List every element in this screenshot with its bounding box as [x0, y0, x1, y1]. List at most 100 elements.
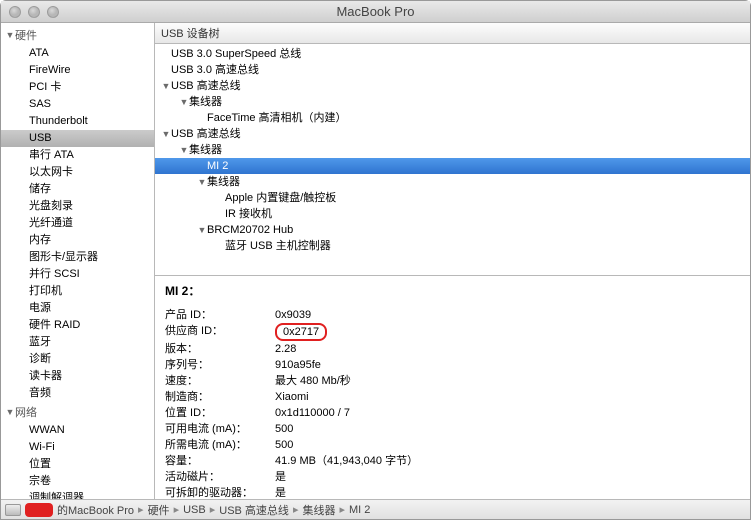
- sidebar-item[interactable]: 并行 SCSI: [1, 266, 154, 283]
- sidebar-item[interactable]: 内存: [1, 232, 154, 249]
- property-value: Xiaomi: [275, 389, 309, 405]
- sidebar-item[interactable]: 以太网卡: [1, 164, 154, 181]
- property-value: 是: [275, 485, 286, 499]
- property-row: 可拆卸的驱动器：是: [165, 485, 740, 499]
- property-row: 序列号：910a95fe: [165, 357, 740, 373]
- tree-row[interactable]: ▼USB 高速总线: [155, 126, 750, 142]
- sidebar-category[interactable]: ▼硬件: [1, 25, 154, 45]
- tree-row[interactable]: FaceTime 高清相机（内建）: [155, 110, 750, 126]
- tree-row-label: IR 接收机: [225, 208, 272, 220]
- tree-row[interactable]: Apple 内置键盘/触控板: [155, 190, 750, 206]
- tree-row-label: USB 3.0 SuperSpeed 总线: [171, 48, 301, 60]
- sidebar-item[interactable]: 宗卷: [1, 473, 154, 490]
- property-value: 41.9 MB（41,943,040 字节）: [275, 453, 418, 469]
- property-value: 2.28: [275, 341, 296, 357]
- sidebar-item[interactable]: Thunderbolt: [1, 113, 154, 130]
- disclosure-triangle-icon[interactable]: ▼: [179, 94, 189, 110]
- disclosure-triangle-icon[interactable]: ▼: [5, 30, 15, 40]
- breadcrumb: 的MacBook Pro▸硬件▸USB▸USB 高速总线▸集线器▸MI 2: [1, 499, 750, 519]
- property-key: 位置 ID：: [165, 405, 275, 421]
- sidebar-item[interactable]: ATA: [1, 45, 154, 62]
- sidebar[interactable]: ▼硬件ATAFireWirePCI 卡SASThunderboltUSB串行 A…: [1, 23, 155, 499]
- property-key: 速度：: [165, 373, 275, 389]
- tree-row[interactable]: USB 3.0 SuperSpeed 总线: [155, 46, 750, 62]
- property-row: 制造商：Xiaomi: [165, 389, 740, 405]
- sidebar-item[interactable]: Wi-Fi: [1, 439, 154, 456]
- sidebar-item[interactable]: 光盘刻录: [1, 198, 154, 215]
- sidebar-item[interactable]: 打印机: [1, 283, 154, 300]
- breadcrumb-segment[interactable]: 硬件: [148, 502, 170, 518]
- breadcrumb-segment[interactable]: 集线器: [302, 502, 335, 518]
- disclosure-triangle-icon[interactable]: ▼: [5, 407, 15, 417]
- tree-row[interactable]: ▼集线器: [155, 94, 750, 110]
- sidebar-item[interactable]: 音频: [1, 385, 154, 402]
- disclosure-triangle-icon[interactable]: ▼: [161, 78, 171, 94]
- tree-row[interactable]: ▼USB 高速总线: [155, 78, 750, 94]
- sidebar-item[interactable]: WWAN: [1, 422, 154, 439]
- computer-icon[interactable]: [5, 504, 21, 516]
- breadcrumb-separator-icon: ▸: [174, 503, 180, 516]
- sidebar-item[interactable]: 调制解调器: [1, 490, 154, 499]
- right-panel: USB 设备树 USB 3.0 SuperSpeed 总线 USB 3.0 高速总…: [155, 23, 750, 499]
- sidebar-category[interactable]: ▼网络: [1, 402, 154, 422]
- tree-row[interactable]: ▼BRCM20702 Hub: [155, 222, 750, 238]
- property-row: 供应商 ID：0x2717: [165, 323, 740, 341]
- property-value: 0x9039: [275, 307, 311, 323]
- sidebar-item[interactable]: USB: [1, 130, 154, 147]
- breadcrumb-segments: 的MacBook Pro▸硬件▸USB▸USB 高速总线▸集线器▸MI 2: [57, 502, 370, 518]
- sidebar-item[interactable]: 串行 ATA: [1, 147, 154, 164]
- sidebar-item[interactable]: 读卡器: [1, 368, 154, 385]
- highlighted-value: 0x2717: [275, 323, 327, 341]
- property-key: 版本：: [165, 341, 275, 357]
- detail-properties: 产品 ID：0x9039供应商 ID：0x2717版本：2.28序列号：910a…: [165, 307, 740, 499]
- breadcrumb-segment[interactable]: MI 2: [349, 504, 370, 516]
- disclosure-triangle-icon[interactable]: ▼: [161, 126, 171, 142]
- sidebar-item[interactable]: SAS: [1, 96, 154, 113]
- tree-column-header[interactable]: USB 设备树: [155, 23, 750, 44]
- tree-row[interactable]: MI 2: [155, 158, 750, 174]
- property-row: 可用电流 (mA)：500: [165, 421, 740, 437]
- property-key: 所需电流 (mA)：: [165, 437, 275, 453]
- property-value: 0x2717: [275, 323, 327, 341]
- breadcrumb-segment[interactable]: USB 高速总线: [219, 502, 289, 518]
- redacted-name: [25, 503, 53, 517]
- tree-row-label: 集线器: [189, 144, 222, 156]
- sidebar-item[interactable]: 图形卡/显示器: [1, 249, 154, 266]
- property-value: 500: [275, 421, 293, 437]
- sidebar-item[interactable]: PCI 卡: [1, 79, 154, 96]
- sidebar-item[interactable]: 位置: [1, 456, 154, 473]
- tree-row-label: 集线器: [189, 96, 222, 108]
- tree-row[interactable]: USB 3.0 高速总线: [155, 62, 750, 78]
- usb-tree[interactable]: USB 3.0 SuperSpeed 总线USB 3.0 高速总线▼USB 高速…: [155, 44, 750, 276]
- tree-row-label: FaceTime 高清相机（内建）: [207, 112, 347, 124]
- disclosure-triangle-icon[interactable]: ▼: [197, 174, 207, 190]
- detail-title: MI 2：: [165, 282, 740, 299]
- disclosure-triangle-icon[interactable]: ▼: [179, 142, 189, 158]
- sidebar-item[interactable]: 硬件 RAID: [1, 317, 154, 334]
- window-title: MacBook Pro: [1, 4, 750, 19]
- property-value: 500: [275, 437, 293, 453]
- sidebar-item[interactable]: 光纤通道: [1, 215, 154, 232]
- tree-row[interactable]: 蓝牙 USB 主机控制器: [155, 238, 750, 254]
- sidebar-item[interactable]: 电源: [1, 300, 154, 317]
- property-row: 版本：2.28: [165, 341, 740, 357]
- property-key: 活动磁片：: [165, 469, 275, 485]
- sidebar-item[interactable]: 蓝牙: [1, 334, 154, 351]
- tree-row[interactable]: ▼集线器: [155, 174, 750, 190]
- tree-row[interactable]: IR 接收机: [155, 206, 750, 222]
- tree-row-label: BRCM20702 Hub: [207, 224, 293, 236]
- disclosure-triangle-icon[interactable]: ▼: [197, 222, 207, 238]
- breadcrumb-segment[interactable]: 的MacBook Pro: [57, 502, 134, 518]
- property-value: 是: [275, 469, 286, 485]
- tree-row-label: USB 高速总线: [171, 80, 241, 92]
- property-key: 可用电流 (mA)：: [165, 421, 275, 437]
- sidebar-item[interactable]: FireWire: [1, 62, 154, 79]
- breadcrumb-segment[interactable]: USB: [183, 504, 206, 516]
- detail-pane: MI 2： 产品 ID：0x9039供应商 ID：0x2717版本：2.28序列…: [155, 276, 750, 499]
- tree-row[interactable]: ▼集线器: [155, 142, 750, 158]
- sidebar-item[interactable]: 诊断: [1, 351, 154, 368]
- property-row: 位置 ID：0x1d110000 / 7: [165, 405, 740, 421]
- property-row: 容量：41.9 MB（41,943,040 字节）: [165, 453, 740, 469]
- property-value: 0x1d110000 / 7: [275, 405, 350, 421]
- sidebar-item[interactable]: 储存: [1, 181, 154, 198]
